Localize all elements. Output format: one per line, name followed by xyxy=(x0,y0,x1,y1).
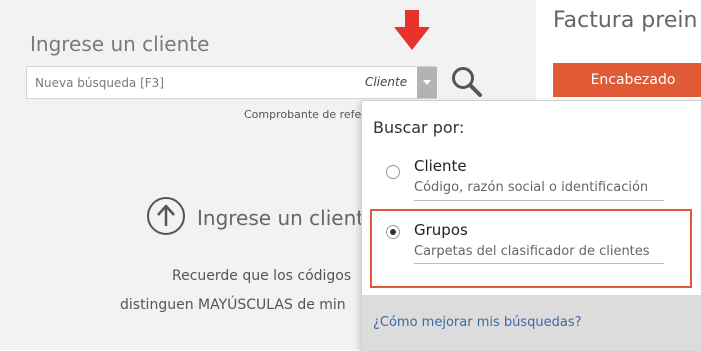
page-title: Ingrese un cliente xyxy=(30,32,210,56)
dropdown-footer: ¿Cómo mejorar mis búsquedas? xyxy=(362,295,701,351)
upload-label[interactable]: Ingrese un client xyxy=(197,206,364,230)
help-link[interactable]: ¿Cómo mejorar mis búsquedas? xyxy=(373,315,582,330)
header-tab-button[interactable]: Encabezado xyxy=(553,63,701,97)
radio-cliente[interactable] xyxy=(386,165,400,179)
chevron-down-icon[interactable] xyxy=(417,67,437,98)
reminder-line-2: distinguen MAYÚSCULAS de min xyxy=(120,297,346,313)
search-icon[interactable] xyxy=(448,64,484,100)
down-arrow-icon xyxy=(394,10,430,50)
search-by-dropdown: Buscar por: Cliente Código, razón social… xyxy=(361,100,701,351)
option-label: Grupos xyxy=(414,221,468,239)
option-label: Cliente xyxy=(414,157,467,175)
reference-voucher-label: Comprobante de refe xyxy=(244,108,362,121)
search-mode-label: Cliente xyxy=(365,75,408,89)
search-mode-select[interactable]: Cliente xyxy=(363,67,437,98)
radio-grupos[interactable] xyxy=(386,225,400,239)
invoice-title: Factura prein xyxy=(553,8,698,33)
reminder-line-1: Recuerde que los códigos xyxy=(172,268,352,284)
option-cliente[interactable]: Cliente Código, razón social o identific… xyxy=(370,151,692,203)
upload-icon[interactable] xyxy=(146,196,186,236)
option-description: Código, razón social o identificación xyxy=(414,179,664,201)
option-description: Carpetas del clasificador de clientes xyxy=(414,243,664,264)
option-grupos[interactable]: Grupos Carpetas del clasificador de clie… xyxy=(370,209,692,288)
search-box: Cliente xyxy=(26,66,437,99)
dropdown-title: Buscar por: xyxy=(373,118,465,137)
search-input[interactable] xyxy=(27,67,367,98)
